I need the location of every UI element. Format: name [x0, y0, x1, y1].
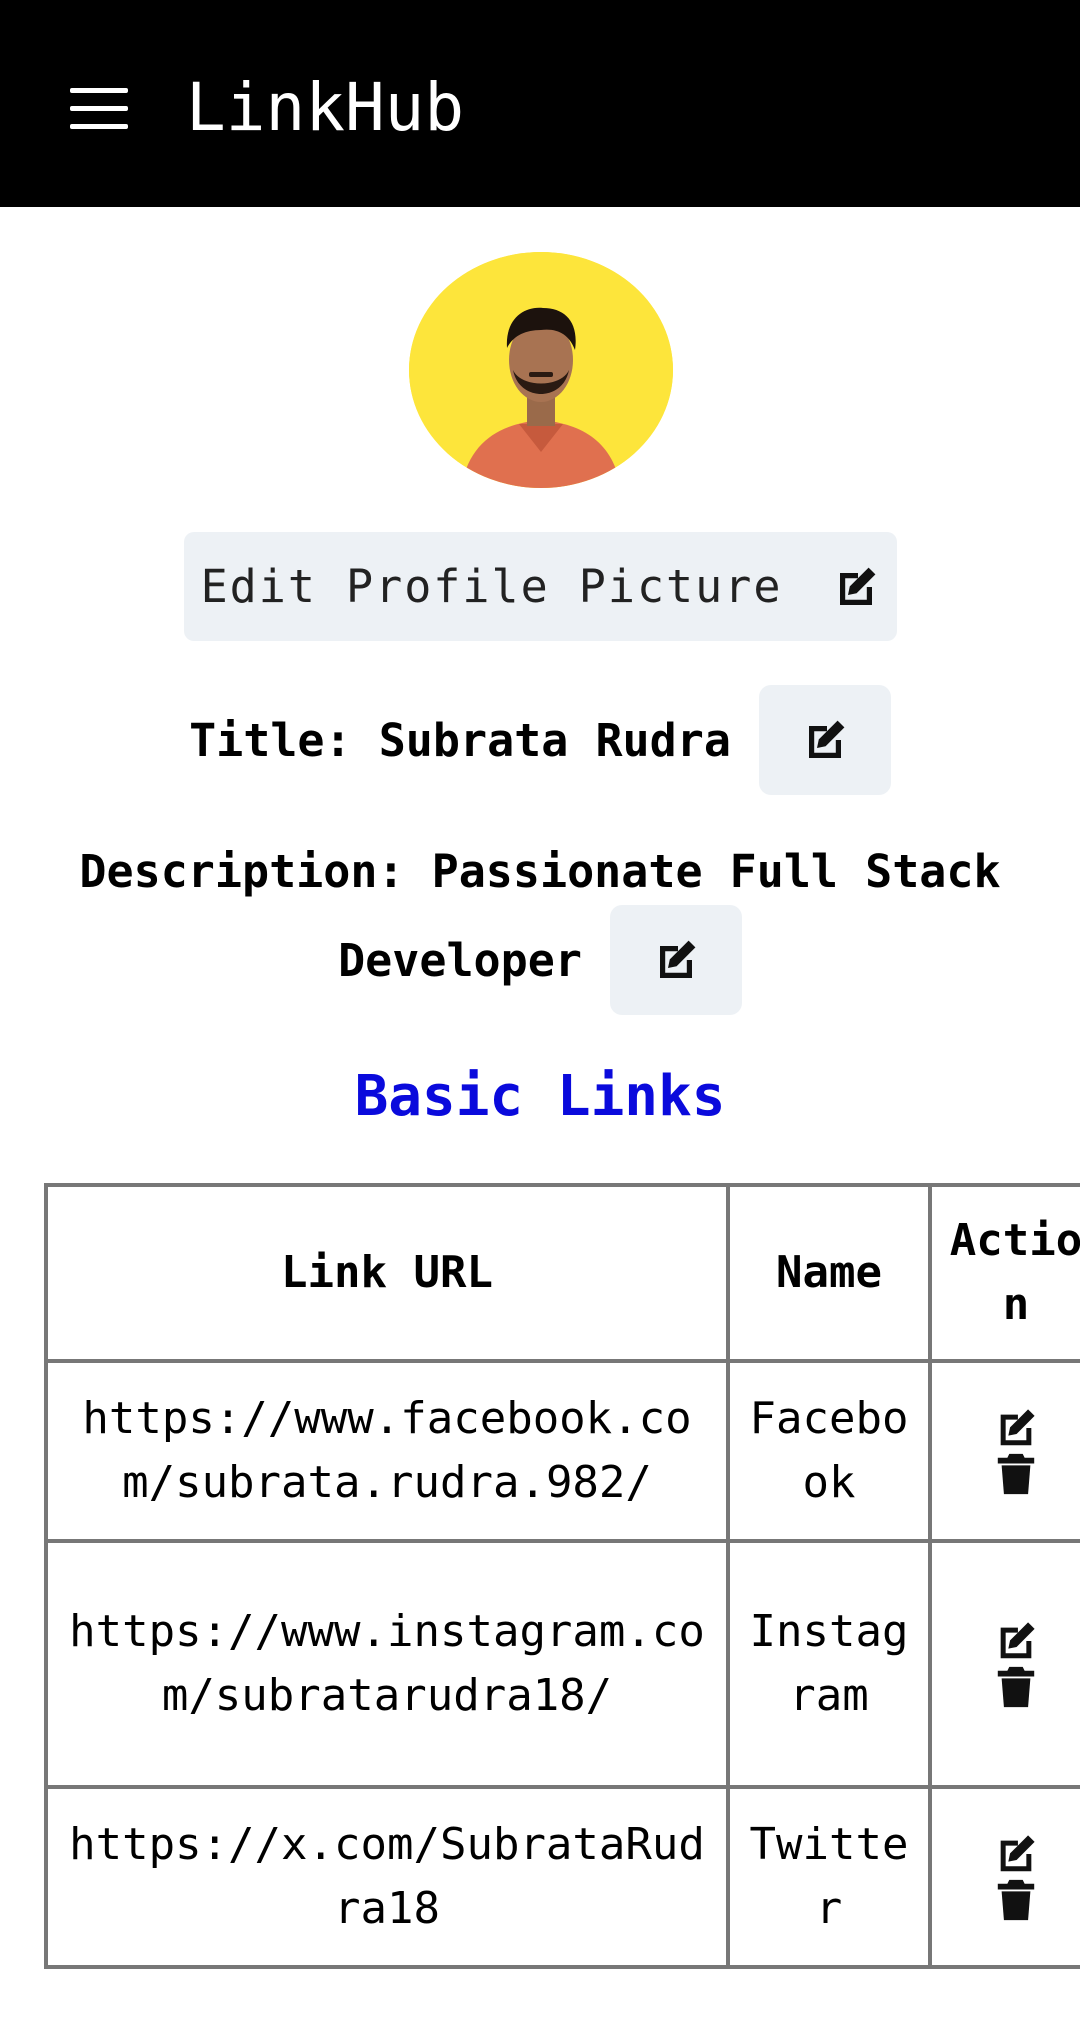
edit-icon[interactable] — [993, 1405, 1039, 1451]
app-bar: LinkHub — [0, 0, 1080, 207]
edit-icon[interactable] — [993, 1831, 1039, 1877]
profile-title: Title: Subrata Rudra — [189, 713, 731, 767]
edit-icon — [840, 567, 876, 605]
header-action: Action — [928, 1183, 1080, 1363]
hamburger-menu-icon[interactable] — [70, 88, 128, 130]
profile-avatar — [409, 252, 673, 488]
link-name-cell: Instagram — [726, 1539, 932, 1789]
profile-description-line2: Developer — [338, 933, 582, 987]
table-header-row: Link URL Name Action — [44, 1183, 1080, 1363]
table-row: https://x.com/SubrataRudra18 Twitter — [44, 1785, 1080, 1969]
basic-links-heading: Basic Links — [354, 1064, 726, 1129]
trash-icon[interactable] — [993, 1664, 1039, 1710]
table-row: https://www.instagram.com/subratarudra18… — [44, 1539, 1080, 1789]
header-name: Name — [726, 1183, 932, 1363]
action-cell — [928, 1539, 1080, 1789]
description-row: Developer — [0, 905, 1080, 1015]
app-title: LinkHub — [186, 69, 465, 146]
edit-profile-picture-button[interactable]: Edit Profile Picture — [184, 532, 897, 641]
header-link-url: Link URL — [44, 1183, 730, 1363]
edit-icon — [659, 940, 696, 978]
action-cell — [928, 1359, 1080, 1543]
basic-links-table: Link URL Name Action https://www.faceboo… — [44, 1183, 1080, 1969]
title-row: Title: Subrata Rudra — [0, 685, 1080, 795]
table-row: https://www.facebook.com/subrata.rudra.9… — [44, 1359, 1080, 1543]
profile-description-line1: Description: Passionate Full Stack — [79, 845, 1001, 898]
edit-title-button[interactable] — [758, 685, 891, 795]
edit-profile-picture-label: Edit Profile Picture — [200, 560, 783, 613]
trash-icon[interactable] — [993, 1451, 1039, 1497]
edit-description-button[interactable] — [609, 905, 742, 1015]
link-url-cell: https://www.facebook.com/subrata.rudra.9… — [44, 1359, 730, 1543]
person-photo-icon — [409, 252, 673, 488]
link-name-cell: Facebook — [726, 1359, 932, 1543]
action-cell — [928, 1785, 1080, 1969]
edit-icon[interactable] — [993, 1618, 1039, 1664]
link-name-cell: Twitter — [726, 1785, 932, 1969]
link-url-cell: https://x.com/SubrataRudra18 — [44, 1785, 730, 1969]
edit-icon — [808, 720, 845, 758]
trash-icon[interactable] — [993, 1877, 1039, 1923]
link-url-cell: https://www.instagram.com/subratarudra18… — [44, 1539, 730, 1789]
